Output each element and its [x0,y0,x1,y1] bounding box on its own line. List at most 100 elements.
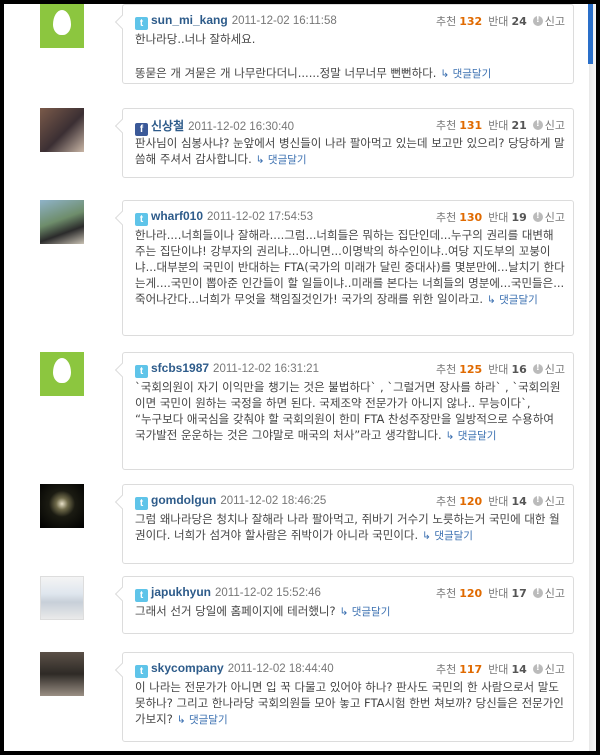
report-icon[interactable] [532,363,543,374]
username-link[interactable]: sun_mi_kang [151,13,228,27]
report-button[interactable]: 신고 [545,587,565,600]
reply-link[interactable]: 댓글달기 [340,606,391,618]
comment-text: 한나라당..너나 잘하세요. 똥묻은 개 겨묻은 개 나무란다더니......정… [135,31,565,82]
comment-list: t sun_mi_kang 2011-12-02 16:11:58 추천 132 반대 2… [4,4,596,751]
reply-link[interactable]: 댓글달기 [422,530,473,542]
upvote-count: 131 [459,119,483,132]
comment-text: 한나라....너희들이나 잘해라....그럼...너희들은 뭐하는 집단인데..… [135,227,565,308]
upvote-count: 125 [459,363,483,376]
scrollbar-thumb[interactable] [588,4,593,64]
vote-area: 추천120 반대17 신고 [436,585,565,601]
report-icon[interactable] [532,119,543,130]
upvote-button[interactable]: 추천 [436,363,456,376]
report-button[interactable]: 신고 [545,211,565,224]
username-link[interactable]: 신상철 [151,119,184,133]
comment-line: 그래서 선거 당일에 홈페이지에 테러했니? [135,604,336,618]
reply-link[interactable]: 댓글달기 [446,430,497,442]
comment-text: `국회의원이 자기 이익만을 챙기는 것은 불법하다` , `그럴거면 장사를 … [135,379,565,444]
comment-header: t skycompany 2011-12-02 18:44:40 추천 117 반대 14… [135,661,565,678]
downvote-count: 19 [511,211,527,224]
reply-link[interactable]: 댓글달기 [487,294,538,306]
comment-text: 이 나라는 전문가가 아니면 입 꾹 다물고 있어야 하나? 판사도 국민의 한… [135,679,565,728]
twitter-icon: t [135,665,148,678]
downvote-button[interactable]: 반대 [488,363,508,376]
comment-header: twharf010 2011-12-02 17:54:53 추천130 반대19 신고 [135,209,565,226]
downvote-count: 14 [511,663,527,676]
username-link[interactable]: gomdolgun [151,493,216,507]
report-button[interactable]: 신고 [545,495,565,508]
downvote-button[interactable]: 반대 [488,663,508,676]
vote-area: 추천130 반대19 신고 [436,209,565,225]
avatar[interactable] [40,652,84,696]
comment-box: f신상철2011-12-02 16:30:40 추천131반대21신고 판사님이… [114,108,574,178]
username-link[interactable]: wharf010 [151,209,203,223]
reply-link[interactable]: 댓글달기 [256,154,307,166]
comment-header: tsfcbs1987 2011-12-02 16:31:21 추천125 반대16 신… [135,361,565,378]
upvote-count: 120 [459,495,483,508]
upvote-button[interactable]: 추천 [436,15,456,28]
avatar[interactable] [40,4,84,48]
upvote-button[interactable]: 추천 [436,663,456,676]
comment-line: 그럼 왜나라당은 청치나 잘해라 나라 팔아먹고, 쥐바기 거수기 노릇하는거 … [135,512,560,542]
timestamp: 2011-12-02 16:31:21 [213,363,319,375]
comment-box: t sun_mi_kang 2011-12-02 16:11:58 추천 132 반대 2… [114,4,574,84]
timestamp: 2011-12-02 16:30:40 [188,121,295,133]
comment-header: f신상철2011-12-02 16:30:40 추천131반대21신고 [135,117,565,136]
downvote-count: 24 [511,15,527,28]
reply-link[interactable]: 댓글달기 [177,714,228,726]
comment-line: `국회의원이 자기 이익만을 챙기는 것은 불법하다` , `그럴거면 장사를 … [135,380,561,410]
username-link[interactable]: japukhyun [151,585,211,599]
downvote-button[interactable]: 반대 [488,119,508,132]
downvote-button[interactable]: 반대 [488,15,508,28]
twitter-icon: t [135,589,148,602]
comment-text: 그래서 선거 당일에 홈페이지에 테러했니? 댓글달기 [135,603,565,620]
username-link[interactable]: sfcbs1987 [151,361,209,375]
upvote-button[interactable]: 추천 [436,211,456,224]
upvote-count: 132 [459,15,483,28]
comment-header: tjapukhyun 2011-12-02 15:52:46 추천120 반대17 신… [135,585,565,602]
upvote-count: 130 [459,211,483,224]
comment-box: t skycompany 2011-12-02 18:44:40 추천 117 반대 14… [114,652,574,742]
report-button[interactable]: 신고 [545,363,565,376]
timestamp: 2011-12-02 15:52:46 [215,587,321,599]
timestamp: 2011-12-02 18:44:40 [227,663,334,675]
timestamp: 2011-12-02 17:54:53 [207,211,313,223]
comment-box: twharf010 2011-12-02 17:54:53 추천130 반대19 신고… [114,200,574,336]
report-icon[interactable] [532,587,543,598]
report-icon[interactable] [532,15,543,26]
downvote-count: 17 [511,587,527,600]
avatar[interactable] [40,576,84,620]
upvote-button[interactable]: 추천 [436,495,456,508]
reply-link[interactable]: 댓글달기 [440,68,491,80]
report-button[interactable]: 신고 [545,119,565,132]
report-button[interactable]: 신고 [545,15,565,28]
comment-text: 그럼 왜나라당은 청치나 잘해라 나라 팔아먹고, 쥐바기 거수기 노릇하는거 … [135,511,565,544]
upvote-button[interactable]: 추천 [436,119,456,132]
report-icon[interactable] [532,663,543,674]
comment-text: 판사님이 심봉사냐? 눈앞에서 병신들이 나라 팔아먹고 있는데 보고만 있으리… [135,135,565,168]
report-icon[interactable] [532,495,543,506]
timestamp: 2011-12-02 16:11:58 [231,15,337,27]
comment-header: tgomdolgun 2011-12-02 18:46:25 추천120 반대14 신… [135,493,565,510]
scrollbar-track[interactable] [586,4,596,751]
comment-box: tgomdolgun 2011-12-02 18:46:25 추천120 반대14 신… [114,484,574,564]
upvote-button[interactable]: 추천 [436,587,456,600]
downvote-count: 16 [511,363,527,376]
comment-header: t sun_mi_kang 2011-12-02 16:11:58 추천 132 반대 2… [135,13,565,30]
report-button[interactable]: 신고 [545,663,565,676]
comment-box: tjapukhyun 2011-12-02 15:52:46 추천120 반대17 신… [114,576,574,634]
downvote-button[interactable]: 반대 [488,587,508,600]
avatar[interactable] [40,108,84,152]
avatar[interactable] [40,484,84,528]
downvote-count: 14 [511,495,527,508]
report-icon[interactable] [532,211,543,222]
avatar[interactable] [40,352,84,396]
twitter-icon: t [135,497,148,510]
avatar[interactable] [40,200,84,244]
vote-area: 추천117 반대14 신고 [436,661,565,677]
downvote-button[interactable]: 반대 [488,495,508,508]
vote-area: 추천132 반대24 신고 [436,13,565,29]
downvote-button[interactable]: 반대 [488,211,508,224]
vote-area: 추천125 반대16 신고 [436,361,565,377]
username-link[interactable]: skycompany [151,661,224,675]
